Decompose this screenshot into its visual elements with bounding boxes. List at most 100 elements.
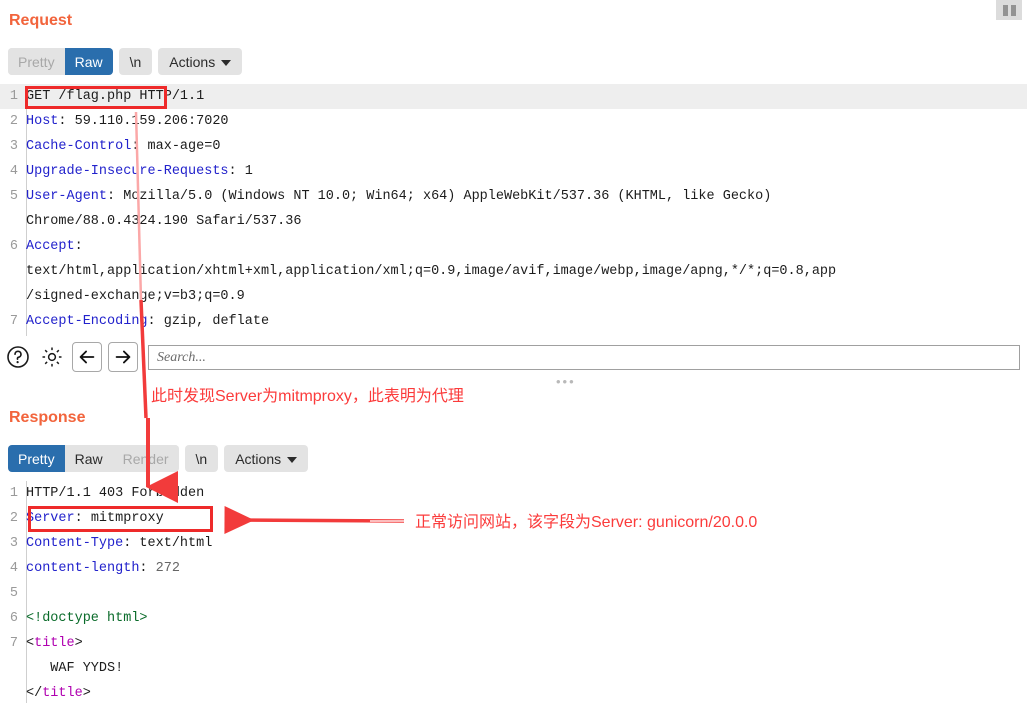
arrow-left-icon[interactable] bbox=[72, 342, 102, 372]
code-token: /signed-exchange;v=b3;q=0.9 bbox=[26, 289, 245, 304]
response-newline-button[interactable]: \n bbox=[184, 445, 219, 472]
gear-icon[interactable] bbox=[38, 343, 66, 371]
line-number: 6 bbox=[9, 611, 18, 626]
code-line: 5 User-Agent: Mozilla/5.0 (Windows NT 10.… bbox=[0, 184, 1027, 209]
code-token: > bbox=[74, 636, 83, 651]
code-text: text/html,application/xhtml+xml,applicat… bbox=[22, 259, 836, 284]
code-token: content-length bbox=[26, 561, 140, 576]
code-token: GET /flag.php HTTP/1.1 bbox=[26, 89, 205, 104]
code-token: text/html bbox=[139, 536, 213, 551]
code-token: : bbox=[123, 536, 140, 551]
annotation-server-note: 正常访问网站，该字段为Server: gunicorn/20.0.0 bbox=[415, 514, 758, 531]
code-text: WAF YYDS! bbox=[22, 656, 123, 681]
code-token: : bbox=[74, 239, 83, 254]
line-number: 4 bbox=[9, 561, 18, 576]
code-token: </ bbox=[26, 686, 43, 701]
code-token: < bbox=[26, 636, 35, 651]
code-line: 4 content-length: 272 bbox=[0, 556, 1027, 581]
response-tab-bar: Pretty Raw Render \n Actions bbox=[8, 445, 309, 472]
line-number: 5 bbox=[9, 189, 18, 204]
line-number: 4 bbox=[9, 164, 18, 179]
code-line: 6 <!doctype html> bbox=[0, 606, 1027, 631]
code-line: /signed-exchange;v=b3;q=0.9 bbox=[0, 284, 1027, 309]
code-line: 3 Content-Type: text/html bbox=[0, 531, 1027, 556]
code-token: gzip, deflate bbox=[163, 314, 270, 329]
code-text: Content-Type: text/html bbox=[22, 531, 212, 556]
tab-request-raw[interactable]: Raw bbox=[64, 48, 113, 75]
code-line: 1 HTTP/1.1 403 Forbidden bbox=[0, 481, 1027, 506]
code-line: 3 Cache-Control: max-age=0 bbox=[0, 134, 1027, 159]
response-actions-button[interactable]: Actions bbox=[224, 445, 309, 472]
request-body-editor[interactable]: 1 GET /flag.php HTTP/1.1 2 Host: 59.110.159… bbox=[0, 84, 1027, 334]
annotation-proxy-note: 此时发现Server为mitmproxy，此表明为代理 bbox=[151, 388, 464, 405]
code-token: : bbox=[107, 189, 124, 204]
code-token: mitmproxy bbox=[90, 511, 164, 526]
code-line: 5 bbox=[0, 581, 1027, 606]
grip-bar-icon bbox=[1010, 4, 1016, 16]
request-actions-label: Actions bbox=[169, 53, 216, 70]
chevron-down-icon bbox=[287, 456, 298, 463]
code-text: </title> bbox=[22, 681, 91, 706]
code-line: text/html,application/xhtml+xml,applicat… bbox=[0, 259, 1027, 284]
code-text: Upgrade-Insecure-Requests: 1 bbox=[22, 159, 253, 184]
request-actions-button[interactable]: Actions bbox=[158, 48, 243, 75]
request-newline-button[interactable]: \n bbox=[118, 48, 153, 75]
code-token: : bbox=[131, 139, 148, 154]
code-token: 59.110.159.206:7020 bbox=[74, 114, 229, 129]
code-token: max-age=0 bbox=[147, 139, 221, 154]
code-token: Mozilla/5.0 (Windows NT 10.0; Win64; x64… bbox=[123, 189, 772, 204]
code-text: Cache-Control: max-age=0 bbox=[22, 134, 220, 159]
code-token: <!doctype html> bbox=[26, 611, 148, 626]
code-token: title bbox=[42, 686, 83, 701]
code-token: : bbox=[74, 511, 91, 526]
line-number bbox=[0, 284, 22, 309]
code-token: 272 bbox=[155, 561, 180, 576]
code-text: User-Agent: Mozilla/5.0 (Windows NT 10.0… bbox=[22, 184, 771, 209]
code-token: 1 bbox=[244, 164, 253, 179]
line-number: 7 bbox=[9, 314, 18, 329]
line-number: 3 bbox=[9, 536, 18, 551]
code-line: WAF YYDS! bbox=[0, 656, 1027, 681]
line-number: 5 bbox=[9, 586, 18, 601]
request-panel-title: Request bbox=[9, 12, 73, 29]
annotation-ellipsis: ••• bbox=[556, 374, 576, 389]
line-number: 2 bbox=[9, 114, 18, 129]
code-text: Server: mitmproxy bbox=[22, 506, 164, 531]
response-view-mode-group: Pretty Raw Render bbox=[8, 445, 179, 472]
code-line: 6 Accept: bbox=[0, 234, 1027, 259]
code-text: HTTP/1.1 403 Forbidden bbox=[22, 481, 204, 506]
code-token: User-Agent bbox=[26, 189, 108, 204]
line-number: 3 bbox=[9, 139, 18, 154]
response-actions-label: Actions bbox=[235, 450, 282, 467]
chevron-down-icon bbox=[221, 59, 232, 66]
line-number bbox=[0, 681, 22, 706]
code-token: Server bbox=[26, 511, 75, 526]
code-token: Content-Type bbox=[26, 536, 124, 551]
tab-request-pretty[interactable]: Pretty bbox=[8, 48, 65, 75]
question-mark-circle-icon[interactable] bbox=[4, 343, 32, 371]
code-token: Host bbox=[26, 114, 59, 129]
tab-response-render[interactable]: Render bbox=[112, 445, 179, 472]
code-text: Chrome/88.0.4324.190 Safari/537.36 bbox=[22, 209, 301, 234]
window-resize-grip[interactable] bbox=[996, 0, 1022, 20]
line-number: 6 bbox=[9, 239, 18, 254]
request-tab-bar: Pretty Raw \n Actions bbox=[8, 48, 243, 75]
arrow-right-icon[interactable] bbox=[108, 342, 138, 372]
code-token: : bbox=[228, 164, 245, 179]
code-token: Accept bbox=[26, 239, 75, 254]
code-text: content-length: 272 bbox=[22, 556, 180, 581]
code-token: Cache-Control bbox=[26, 139, 132, 154]
line-number bbox=[0, 259, 22, 284]
code-text: Accept-Encoding: gzip, deflate bbox=[22, 309, 269, 334]
code-token: : bbox=[58, 114, 75, 129]
code-line: 4 Upgrade-Insecure-Requests: 1 bbox=[0, 159, 1027, 184]
code-line: 7 <title> bbox=[0, 631, 1027, 656]
search-input[interactable] bbox=[148, 345, 1020, 370]
response-panel-title: Response bbox=[9, 409, 86, 426]
code-token: title bbox=[34, 636, 75, 651]
tab-response-pretty[interactable]: Pretty bbox=[8, 445, 65, 472]
tab-response-raw[interactable]: Raw bbox=[64, 445, 113, 472]
code-line: </title> bbox=[0, 681, 1027, 706]
code-line: 7 Accept-Encoding: gzip, deflate bbox=[0, 309, 1027, 334]
